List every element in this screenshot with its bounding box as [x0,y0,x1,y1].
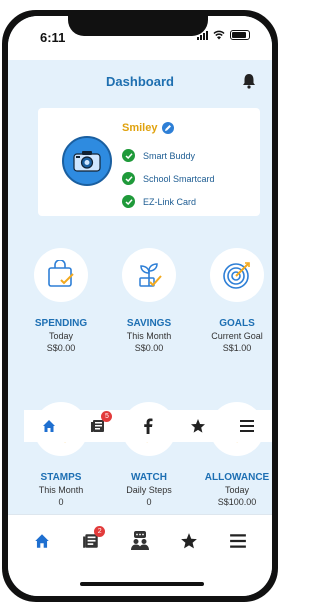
tile-title: ALLOWANCE [204,472,270,483]
tile-goals[interactable]: GOALS Current Goal S$1.00 [192,248,272,354]
profile-card: Smiley Smart Buddy School Smartcard EZ-L… [38,108,260,216]
floating-nav-home[interactable] [34,411,64,441]
tab-menu[interactable] [223,526,253,556]
bell-icon[interactable] [240,72,258,90]
tab-family[interactable] [125,526,155,556]
notch [68,16,208,36]
home-icon [35,534,50,548]
card-label: Smart Buddy [143,150,196,161]
tile-subtitle: Daily Steps [126,485,172,495]
facebook-icon [144,418,153,434]
profile-name-row: Smiley [122,122,175,134]
notification-badge: 2 [94,526,106,537]
star-icon [180,533,197,549]
status-bar: 6:11 [8,16,272,60]
tile-title: SAVINGS [126,318,172,329]
phone-frame: 6:11 Dashboard Smiley Smart Buddy School… [2,10,278,602]
check-icon [122,149,135,162]
tile-title: SPENDING [34,318,88,329]
tile-title: GOALS [219,318,255,329]
wifi-icon [213,30,225,40]
tile-spending[interactable]: SPENDING Today S$0.00 [16,248,106,354]
tile-value: S$1.00 [222,343,252,353]
tile-value: S$100.00 [217,497,257,507]
target-icon [223,262,250,289]
floating-nav-news[interactable]: 5 [83,411,113,441]
tile-subtitle: Today [224,485,250,495]
tile-subtitle: This Month [126,331,172,341]
tile-value: S$0.00 [134,343,164,353]
tile-icon-circle [34,248,88,302]
card-label: School Smartcard [143,173,215,184]
tile-subtitle: Today [48,331,74,341]
floating-nav-star[interactable] [183,411,213,441]
plant-growth-icon [139,263,162,287]
shopping-bag-icon [48,260,74,287]
status-icons [197,30,250,40]
tile-value: S$0.00 [46,343,76,353]
card-item-school-smartcard[interactable]: School Smartcard [122,167,215,190]
check-icon [122,195,135,208]
camera-icon [73,151,101,172]
tile-value: 0 [146,497,152,507]
card-item-smart-buddy[interactable]: Smart Buddy [122,144,215,167]
card-label: EZ-Link Card [143,196,197,207]
family-chat-icon [130,531,149,550]
tile-value: 0 [58,497,64,507]
header: Dashboard [8,60,272,100]
page-title: Dashboard [106,74,174,89]
tile-subtitle: Current Goal [211,331,263,341]
menu-icon [240,420,255,432]
battery-icon [230,30,250,40]
floating-nav-menu[interactable] [232,411,262,441]
tile-icon-circle [122,248,176,302]
menu-icon [229,534,246,548]
card-item-ez-link[interactable]: EZ-Link Card [122,190,215,213]
tab-favorites[interactable] [174,526,204,556]
notification-badge: 5 [101,411,113,422]
tile-title: STAMPS [40,472,82,483]
floating-nav: 5 [24,410,272,442]
tab-bar: 2 [8,514,272,596]
check-icon [122,172,135,185]
star-icon [190,419,205,433]
floating-nav-facebook[interactable] [133,411,163,441]
tab-home[interactable] [27,526,57,556]
tile-subtitle: This Month [38,485,84,495]
profile-name: Smiley [122,122,158,134]
home-icon [42,420,55,432]
tab-news[interactable]: 2 [76,526,106,556]
home-indicator[interactable] [80,582,204,586]
edit-icon[interactable] [162,122,175,134]
screen: 6:11 Dashboard Smiley Smart Buddy School… [8,16,272,596]
avatar[interactable] [62,136,112,186]
tile-icon-circle [210,248,264,302]
status-time: 6:11 [40,30,66,45]
signal-icon [197,30,208,40]
card-list: Smart Buddy School Smartcard EZ-Link Car… [122,144,215,213]
tile-savings[interactable]: SAVINGS This Month S$0.00 [104,248,194,354]
tile-title: WATCH [131,472,167,483]
tab-items: 2 [8,521,272,561]
